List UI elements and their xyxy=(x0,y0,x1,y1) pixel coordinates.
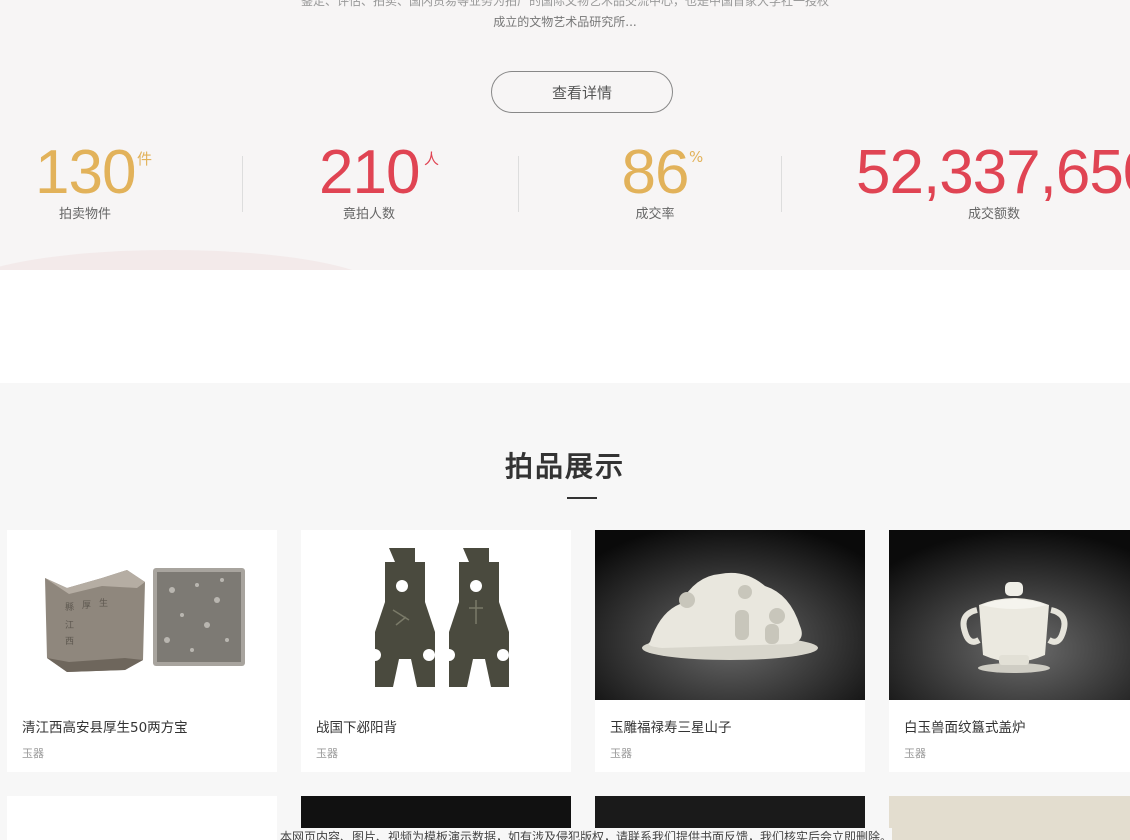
lot-card-partial[interactable] xyxy=(7,796,277,840)
lot-category: 玉器 xyxy=(22,747,44,760)
stat-lots: 130 件 拍卖物件 xyxy=(35,138,152,223)
intro-section: 鉴定、评估、拍卖、国内贸易等业务为拍厂的国际文物艺术品交流中心，也是中国首家大学… xyxy=(0,0,1130,270)
svg-text:生: 生 xyxy=(99,597,108,609)
stat-turnover-value: 52,337,650 xyxy=(856,138,1130,207)
jade-carving-image xyxy=(595,530,865,700)
decorative-wave xyxy=(0,250,380,270)
lot-card[interactable]: 战国下邲阳背 玉器 xyxy=(301,530,571,772)
stat-divider xyxy=(242,156,243,212)
section-title: 拍品展示 xyxy=(504,450,625,483)
lot-card[interactable]: 縣厚生 江西 清江西高安县厚生50两方宝 玉器 xyxy=(7,530,277,772)
stat-bidders-label: 竟拍人数 xyxy=(342,207,395,222)
svg-text:江: 江 xyxy=(65,620,74,631)
stat-turnover: 52,337,650 成交额数 xyxy=(856,138,1130,223)
stat-bidders: 210 人 竟拍人数 xyxy=(319,138,439,223)
stat-deal-rate-unit: % xyxy=(689,148,704,166)
view-details-button[interactable]: 查看详情 xyxy=(491,71,673,113)
intro-text-line-1: 鉴定、评估、拍卖、国内贸易等业务为拍厂的国际文物艺术品交流中心，也是中国首家大学… xyxy=(300,0,829,8)
svg-text:縣: 縣 xyxy=(65,602,74,613)
lot-name[interactable]: 战国下邲阳背 xyxy=(316,716,397,736)
stat-deal-rate-value: 86 xyxy=(621,138,690,207)
spade-coin-image xyxy=(301,530,571,700)
intro-text-line-2: 成立的文物艺术品研究所... xyxy=(493,15,637,29)
jade-censer-image xyxy=(889,530,1130,700)
stat-bidders-value: 210 xyxy=(319,138,420,207)
svg-text:厚: 厚 xyxy=(82,600,91,611)
stat-bidders-unit: 人 xyxy=(424,150,440,168)
copyright-notice: 本网页内容、图片、视频为模板演示数据，如有涉及侵犯版权，请联系我们提供书面反馈，… xyxy=(280,828,893,840)
lot-name[interactable]: 白玉兽面纹簋式盖炉 xyxy=(904,716,1026,736)
stat-lots-unit: 件 xyxy=(137,150,153,168)
lot-category: 玉器 xyxy=(316,747,338,760)
lot-name[interactable]: 清江西高安县厚生50两方宝 xyxy=(22,716,188,736)
lot-card[interactable]: 白玉兽面纹簋式盖炉 玉器 xyxy=(889,530,1130,772)
silver-ingot-image: 縣厚生 江西 xyxy=(7,530,277,700)
title-underline xyxy=(567,497,597,499)
lot-category: 玉器 xyxy=(904,747,926,760)
lot-card[interactable]: 玉雕福禄寿三星山子 玉器 xyxy=(595,530,865,772)
stat-deal-rate: 86 % 成交率 xyxy=(620,138,704,223)
lot-card-partial[interactable] xyxy=(889,796,1130,840)
stat-deal-rate-label: 成交率 xyxy=(635,207,675,222)
lot-name[interactable]: 玉雕福禄寿三星山子 xyxy=(610,716,732,736)
stat-lots-value: 130 xyxy=(35,138,136,207)
white-band xyxy=(0,270,1130,383)
svg-text:西: 西 xyxy=(65,636,74,647)
stat-lots-label: 拍卖物件 xyxy=(58,207,111,222)
lot-category: 玉器 xyxy=(610,747,632,760)
stat-turnover-label: 成交额数 xyxy=(968,207,1021,222)
stat-divider xyxy=(518,156,519,212)
stat-divider xyxy=(781,156,782,212)
